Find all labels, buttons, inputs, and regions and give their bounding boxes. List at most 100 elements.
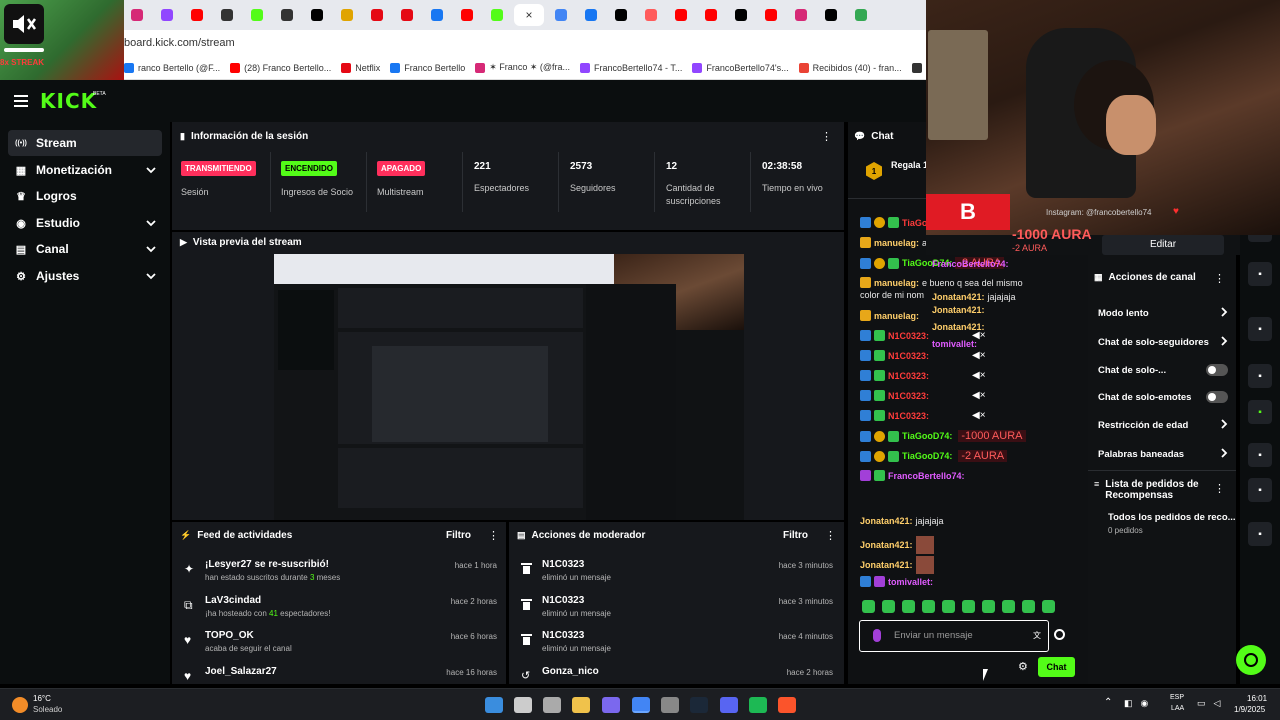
browser-tab[interactable]: [818, 4, 844, 26]
feed-row[interactable]: Joel_Salazar27: [205, 666, 445, 677]
chat-message[interactable]: N1C0323: ◀×: [860, 370, 986, 381]
feed-row[interactable]: LaV3cindad ¡ha hosteado con 41 espectador…: [205, 595, 445, 618]
toggle-switch[interactable]: [1206, 391, 1228, 403]
bookmark-7[interactable]: Recibidos (40) - fran...: [798, 62, 902, 73]
sidebar-item-2[interactable]: ♛ Logros: [8, 183, 162, 209]
browser-tab[interactable]: [548, 4, 574, 26]
chat-message[interactable]: manuelag: e bueno q sea del mismo: [860, 277, 1023, 288]
browser-tab[interactable]: [758, 4, 784, 26]
mod-setting-4[interactable]: Restricción de edad: [1098, 419, 1228, 432]
requests-kebab-icon[interactable]: ⋮: [1214, 482, 1225, 495]
browser-tab[interactable]: [424, 4, 450, 26]
sidebar-item-5[interactable]: ⚙ Ajustes: [8, 263, 162, 289]
kick-logo[interactable]: KICK: [40, 89, 97, 113]
emote-icon[interactable]: [1022, 600, 1035, 613]
mic-icon[interactable]: [873, 629, 881, 642]
translate-icon[interactable]: 文: [1033, 630, 1041, 641]
bookmark-5[interactable]: FrancoBertello74 - T...: [580, 62, 682, 73]
chat-message[interactable]: Jonatan421: jajajaja: [860, 516, 944, 526]
layout-icon[interactable]: ▪: [1248, 443, 1272, 467]
mod-action-row[interactable]: N1C0323 eliminó un mensaje: [542, 559, 742, 582]
feed-filter-button[interactable]: Filtro: [446, 530, 471, 541]
mod-action-row[interactable]: Gonza_nico: [542, 666, 742, 677]
lang-1[interactable]: ESP: [1170, 694, 1184, 701]
feed-row[interactable]: TOPO_OK acaba de seguir el canal: [205, 630, 445, 653]
mod-filter-button[interactable]: Filtro: [783, 530, 808, 541]
browser-tab[interactable]: [788, 4, 814, 26]
emoji-icon[interactable]: [1054, 629, 1065, 640]
toggle-switch[interactable]: [1206, 364, 1228, 376]
sidebar-item-0[interactable]: ((•)) Stream: [8, 130, 162, 156]
chat-message[interactable]: tomivallet:: [860, 576, 933, 587]
browser-tab[interactable]: [698, 4, 724, 26]
mod-setting-3[interactable]: Chat de solo-emotes: [1098, 391, 1228, 403]
browser-tab[interactable]: [274, 4, 300, 26]
browser-tab[interactable]: [154, 4, 180, 26]
tray-icons[interactable]: ◧◉: [1124, 698, 1156, 709]
discord-icon[interactable]: [720, 697, 738, 713]
chat-message[interactable]: Jonatan421:: [860, 536, 934, 554]
app-icon[interactable]: [661, 697, 679, 713]
browser-tab[interactable]: [638, 4, 664, 26]
feed-kebab-icon[interactable]: ⋮: [488, 529, 499, 542]
address-bar[interactable]: board.kick.com/stream: [0, 30, 926, 56]
support-button[interactable]: [1236, 645, 1266, 675]
network-volume-icons[interactable]: ▭◁: [1197, 698, 1228, 709]
users-icon[interactable]: ▪: [1248, 522, 1272, 546]
browser-tab[interactable]: [334, 4, 360, 26]
chat-message[interactable]: manuelag:: [860, 310, 919, 321]
search-icon[interactable]: [514, 697, 532, 713]
file-explorer-icon[interactable]: [572, 697, 590, 713]
chat-message[interactable]: color de mi nom: [860, 290, 924, 300]
feed-row[interactable]: ¡Lesyer27 se re-suscribió! han estado sus…: [205, 559, 445, 582]
mod-setting-5[interactable]: Palabras baneadas: [1098, 448, 1228, 461]
wrench-icon[interactable]: ▪: [1248, 478, 1272, 502]
browser-tab-active[interactable]: ×: [514, 4, 544, 26]
clock-time[interactable]: 16:01: [1247, 694, 1267, 703]
chat-message[interactable]: TiaGooD74: -2 AURA: [860, 450, 1008, 462]
browser-tab[interactable]: [454, 4, 480, 26]
chat-message[interactable]: Jonatan421:: [860, 556, 934, 574]
clipboard-icon[interactable]: ▪: [1248, 317, 1272, 341]
bookmark-2[interactable]: Netflix: [341, 62, 380, 73]
emote-icon[interactable]: [922, 600, 935, 613]
steam-icon[interactable]: [690, 697, 708, 713]
chat-settings-icon[interactable]: ⚙: [1018, 660, 1028, 673]
emote-icon[interactable]: [882, 600, 895, 613]
browser-tab[interactable]: [244, 4, 270, 26]
spotify-icon[interactable]: [749, 697, 767, 713]
chat-message[interactable]: N1C0323: ◀×: [860, 350, 986, 361]
browser-tab[interactable]: [184, 4, 210, 26]
tray-chevron-icon[interactable]: ⌃: [1104, 697, 1112, 708]
mod-action-row[interactable]: N1C0323 eliminó un mensaje: [542, 595, 742, 618]
bookmark-4[interactable]: ✶ Franco ✶ (@fra...: [475, 62, 570, 73]
bookmark-3[interactable]: Franco Bertello: [390, 62, 465, 73]
broadcast-icon[interactable]: ▪: [1248, 400, 1272, 424]
chat-send-button[interactable]: Chat: [1038, 657, 1075, 677]
browser-tab[interactable]: [668, 4, 694, 26]
chat-message[interactable]: N1C0323: ◀×: [860, 410, 986, 421]
mod-kebab-icon[interactable]: ⋮: [825, 529, 836, 542]
bookmark-8[interactable]: outlook: [911, 62, 926, 73]
chat-message[interactable]: FrancoBertello74:: [860, 470, 965, 481]
bookmark-1[interactable]: (28) Franco Bertello...: [230, 62, 331, 73]
chat-message[interactable]: TiaGooD74: -1000 AURA: [860, 430, 1026, 442]
start-icon[interactable]: [485, 697, 503, 713]
stream-preview-video[interactable]: [274, 254, 744, 520]
requests-all[interactable]: Todos los pedidos de reco...: [1108, 512, 1236, 523]
clock-date[interactable]: 1/9/2025: [1234, 705, 1265, 714]
browser-tab[interactable]: [364, 4, 390, 26]
browser-tab[interactable]: [848, 4, 874, 26]
menu-icon[interactable]: [14, 94, 28, 107]
chrome-icon[interactable]: [632, 697, 650, 713]
emote-icon[interactable]: [962, 600, 975, 613]
emote-icon[interactable]: [982, 600, 995, 613]
calendar-icon[interactable]: ▪: [1248, 262, 1272, 286]
bookmark-0[interactable]: ranco Bertello (@F...: [124, 62, 220, 73]
task-view-icon[interactable]: [543, 697, 561, 713]
editar-button[interactable]: Editar: [1102, 235, 1224, 255]
bookmark-6[interactable]: FrancoBertello74's...: [692, 62, 789, 73]
kebab-icon[interactable]: ⋮: [821, 130, 832, 143]
browser-tab[interactable]: [608, 4, 634, 26]
sidebar-item-1[interactable]: ▦ Monetización: [8, 157, 162, 183]
